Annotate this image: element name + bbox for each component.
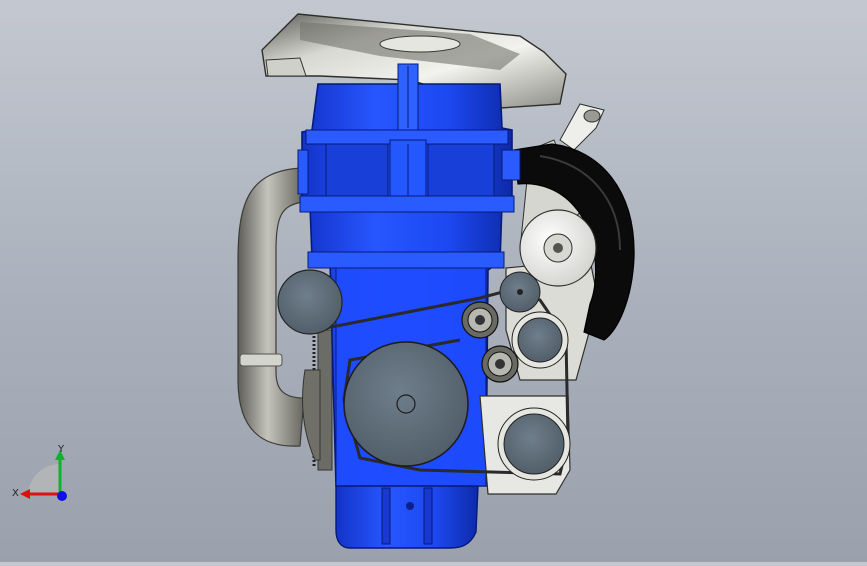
idler-pulley-upper[interactable] — [461, 301, 499, 339]
pipe-clamp[interactable] — [239, 353, 283, 367]
z-axis-dot — [57, 491, 67, 501]
coordinate-triad: Y X — [10, 438, 80, 510]
x-axis-label: X — [12, 488, 19, 499]
left-idler-pulley[interactable] — [277, 269, 343, 335]
3d-viewport[interactable] — [0, 0, 867, 562]
tensioner-pulley-small[interactable] — [499, 271, 541, 313]
triad-plane — [28, 463, 60, 494]
ac-compressor-pulley[interactable] — [497, 407, 571, 481]
oil-pan[interactable] — [335, 485, 479, 549]
idler-pulley-lower[interactable] — [481, 345, 519, 383]
x-axis-arrow — [20, 489, 30, 499]
y-axis-label: Y — [57, 444, 65, 455]
crankshaft-pulley[interactable] — [343, 341, 469, 467]
flywheel[interactable] — [301, 329, 333, 471]
engine-model[interactable] — [0, 0, 867, 562]
water-pump-pulley[interactable] — [511, 311, 569, 369]
alternator-pulley[interactable] — [519, 209, 597, 287]
